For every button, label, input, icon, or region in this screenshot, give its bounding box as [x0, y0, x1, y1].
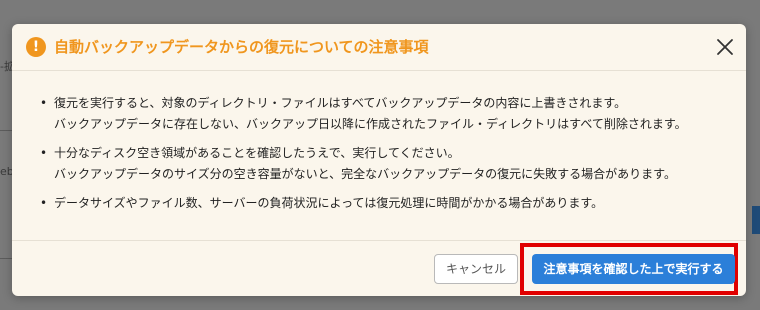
close-icon	[717, 39, 733, 55]
restore-warning-dialog: ! 自動バックアップデータからの復元についての注意事項 • 復元を実行すると、対象…	[12, 24, 746, 296]
note-text-line: バックアップデータに存在しない、バックアップ日以降に作成されたファイル・ディレク…	[54, 117, 687, 131]
note-item: • 復元を実行すると、対象のディレクトリ・ファイルはすべてバックアップデータの内容…	[40, 93, 730, 135]
dialog-body: • 復元を実行すると、対象のディレクトリ・ファイルはすべてバックアップデータの内容…	[12, 71, 746, 239]
confirm-execute-button[interactable]: 注意事項を確認した上で実行する	[532, 254, 735, 284]
background-edge-button	[752, 206, 760, 234]
dialog-footer: キャンセル 注意事項を確認した上で実行する	[12, 240, 746, 297]
note-item: • データサイズやファイル数、サーバーの負荷状況によっては復元処理に時間がかかる場…	[40, 193, 730, 214]
dialog-title: 自動バックアップデータからの復元についての注意事項	[54, 38, 429, 56]
bullet-icon: •	[40, 146, 48, 160]
dialog-header: ! 自動バックアップデータからの復元についての注意事項	[12, 24, 746, 71]
note-item: • 十分なディスク空き領域があることを確認したうえで、実行してください。バックアッ…	[40, 143, 730, 185]
notes-list: • 復元を実行すると、対象のディレクトリ・ファイルはすべてバックアップデータの内容…	[40, 93, 730, 222]
note-text-line: データサイズやファイル数、サーバーの負荷状況によっては復元処理に時間がかかる場合…	[54, 196, 604, 210]
note-text-line: バックアップデータのサイズ分の空き容量がないと、完全なバックアップデータの復元に…	[54, 167, 676, 181]
cancel-button[interactable]: キャンセル	[434, 254, 518, 284]
warning-circle-icon: !	[26, 37, 46, 57]
bullet-icon: •	[40, 96, 48, 110]
note-text-line: 十分なディスク空き領域があることを確認したうえで、実行してください。	[54, 146, 460, 160]
note-text-line: 復元を実行すると、対象のディレクトリ・ファイルはすべてバックアップデータの内容に…	[54, 96, 627, 110]
bullet-icon: •	[40, 196, 48, 210]
close-button[interactable]	[714, 36, 736, 58]
